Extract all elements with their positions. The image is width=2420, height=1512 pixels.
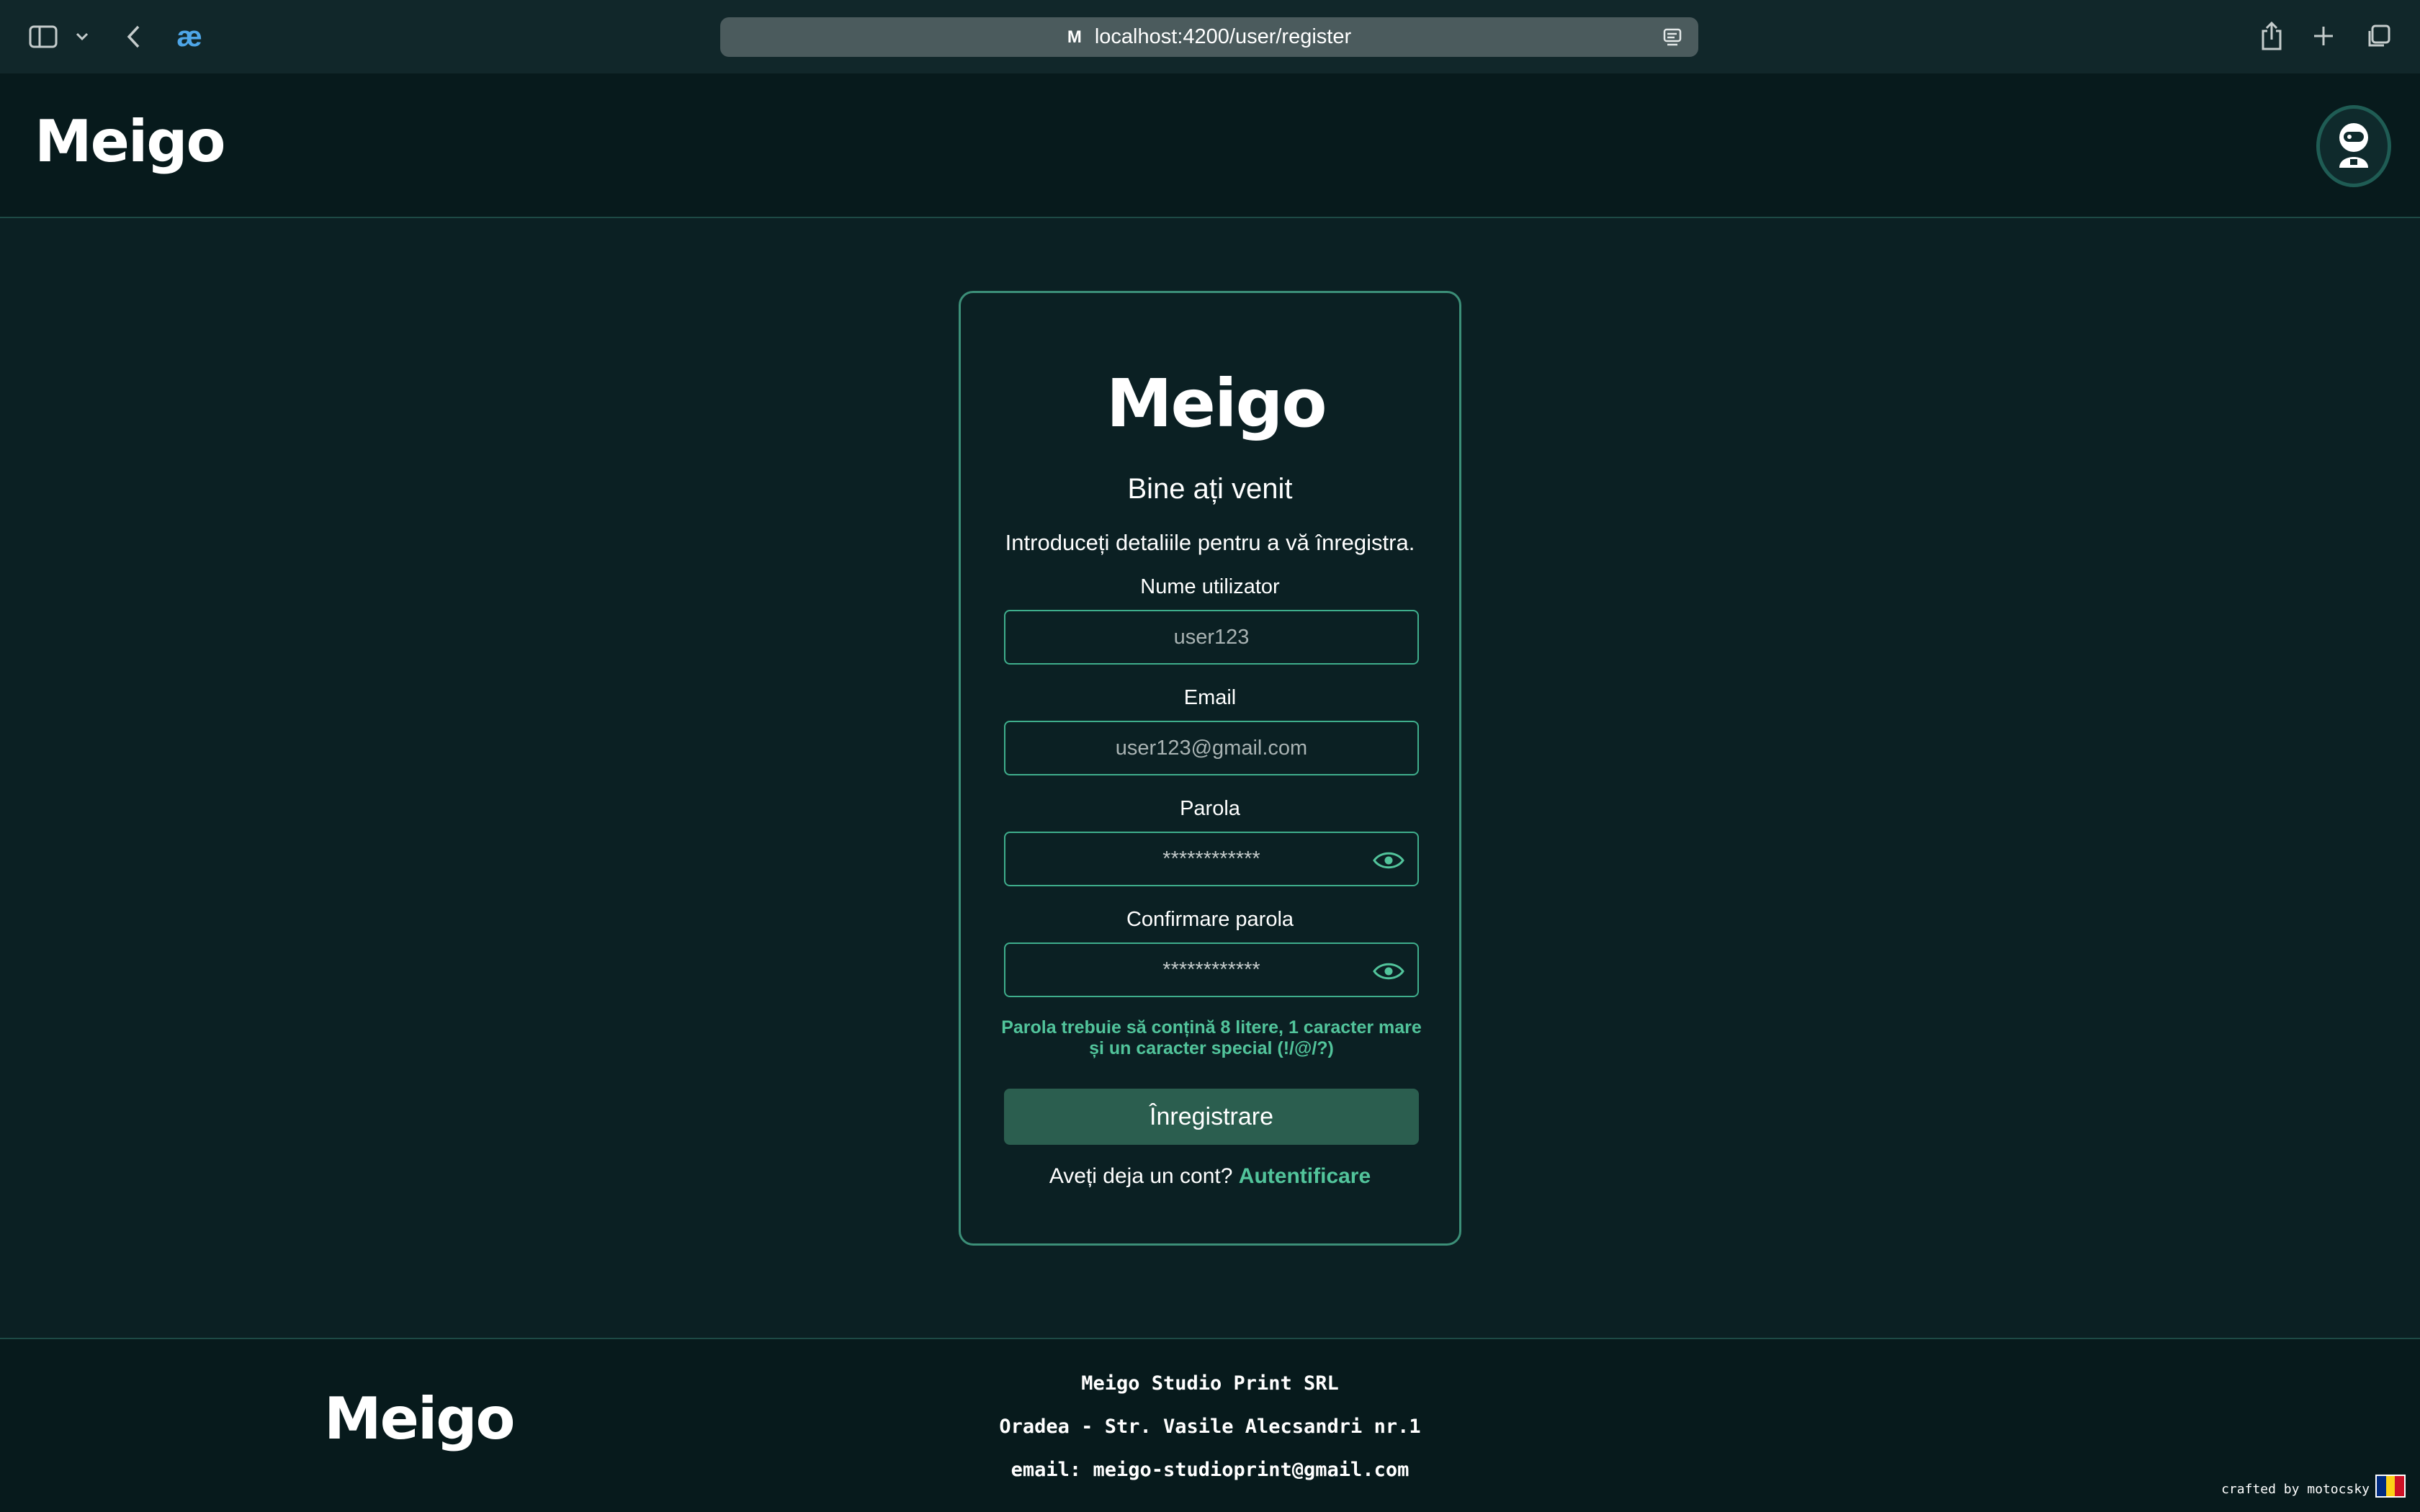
- login-prompt: Aveți deja un cont?: [1049, 1164, 1233, 1188]
- email-label: Email: [1183, 686, 1237, 709]
- address-bar[interactable]: M localhost:4200/user/register: [720, 17, 1698, 57]
- footer-email[interactable]: email: meigo-studioprint@gmail.com: [0, 1459, 2420, 1481]
- site-footer: Meigo Meigo Studio Print SRL Oradea - St…: [0, 1338, 2420, 1512]
- confirm-password-field: [1004, 942, 1419, 997]
- show-password-eye-icon[interactable]: [1371, 847, 1406, 873]
- share-icon[interactable]: [2257, 19, 2286, 53]
- crafted-by-credit: crafted by motocsky: [2221, 1482, 2370, 1497]
- header-logo[interactable]: Meigo: [35, 108, 226, 175]
- url-text: localhost:4200/user/register: [1094, 25, 1352, 48]
- register-subtitle: Introduceți detaliile pentru a vă înregi…: [1005, 530, 1415, 555]
- password-field: [1004, 832, 1419, 886]
- password-label: Parola: [1180, 797, 1240, 820]
- hint-line: Parola trebuie să conțină 8 litere, 1 ca…: [1001, 1017, 1422, 1038]
- reader-icon[interactable]: [1662, 27, 1682, 47]
- username-label: Nume utilizator: [1140, 575, 1280, 598]
- browser-toolbar: æ M localhost:4200/user/register: [0, 0, 2420, 73]
- username-input[interactable]: [1005, 611, 1417, 663]
- site-header: Meigo: [0, 73, 2420, 218]
- show-confirm-password-eye-icon[interactable]: [1371, 958, 1406, 984]
- username-field: [1004, 610, 1419, 665]
- chevron-down-icon[interactable]: [73, 29, 91, 45]
- extension-icon[interactable]: æ: [173, 20, 206, 53]
- password-input[interactable]: [1005, 833, 1417, 885]
- card-logo: Meigo: [1106, 365, 1327, 442]
- new-tab-icon[interactable]: [2311, 23, 2336, 49]
- login-link[interactable]: Autentificare: [1239, 1164, 1371, 1188]
- register-button[interactable]: Înregistrare: [1004, 1089, 1419, 1145]
- user-avatar-button[interactable]: [2316, 105, 2391, 187]
- email-field: [1004, 721, 1419, 775]
- romania-flag-icon: [2375, 1475, 2406, 1498]
- footer-company: Meigo Studio Print SRL: [1081, 1372, 1339, 1395]
- confirm-password-label: Confirmare parola: [1126, 908, 1294, 931]
- confirm-password-input[interactable]: [1005, 944, 1417, 996]
- welcome-title: Bine ați venit: [1127, 473, 1293, 505]
- login-prompt-row: Aveți deja un cont? Autentificare: [961, 1164, 1459, 1189]
- site-favicon: M: [1067, 27, 1082, 47]
- hint-line: și un caracter special (!/@/?): [1089, 1038, 1334, 1058]
- password-requirements-hint: Parola trebuie să conțină 8 litere, 1 ca…: [990, 1017, 1433, 1059]
- register-card: Meigo Bine ați venit Introduceți detalii…: [959, 291, 1461, 1246]
- footer-address: Oradea - Str. Vasile Alecsandri nr.1: [999, 1416, 1421, 1438]
- back-icon[interactable]: [122, 23, 144, 50]
- email-input[interactable]: [1005, 722, 1417, 774]
- tabs-overview-icon[interactable]: [2364, 23, 2393, 50]
- sidebar-icon[interactable]: [27, 24, 59, 49]
- astronaut-avatar-icon: [2332, 120, 2375, 173]
